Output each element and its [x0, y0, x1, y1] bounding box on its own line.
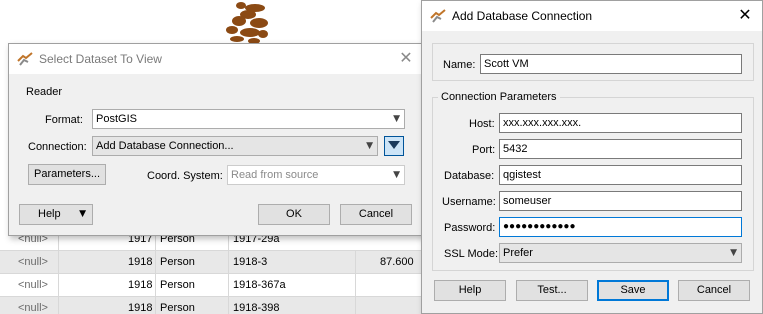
test-button[interactable]: Test... — [516, 280, 588, 301]
coord-system-dropdown[interactable]: Read from source ▼ — [227, 165, 405, 185]
chevron-down-icon: ▼ — [366, 141, 373, 151]
ssl-mode-dropdown[interactable]: Prefer ▼ — [499, 243, 742, 263]
port-field[interactable]: 5432 — [499, 139, 742, 159]
cancel-button[interactable]: Cancel — [340, 204, 412, 225]
column-divider — [355, 251, 356, 274]
table-cell: 1918 — [128, 302, 153, 314]
triangle-down-icon — [388, 141, 400, 149]
port-label: Port: — [472, 144, 496, 156]
connection-value: Add Database Connection... — [96, 140, 234, 152]
column-divider — [58, 251, 59, 274]
chevron-down-icon: ▼ — [393, 114, 400, 124]
connection-menu-button[interactable] — [384, 136, 404, 156]
format-dropdown[interactable]: PostGIS ▼ — [92, 109, 405, 129]
triangle-down-icon: ▼ — [79, 209, 86, 219]
table-cell: 1918-367a — [233, 279, 286, 291]
table-cell: 1918 — [128, 256, 153, 268]
format-value: PostGIS — [96, 113, 137, 125]
username-label: Username: — [442, 196, 496, 208]
table-cell: Person — [160, 279, 195, 291]
help-button-label: Help — [38, 208, 61, 220]
add-database-connection-dialog[interactable]: Add Database Connection ✕ Name: Scott VM… — [421, 0, 763, 314]
column-divider — [58, 274, 59, 297]
ssl-mode-label: SSL Mode: — [444, 248, 499, 260]
dialog-title: Select Dataset To View — [39, 52, 162, 66]
map-feature — [240, 28, 260, 37]
column-divider — [355, 297, 356, 314]
fme-transformer-icon — [430, 9, 446, 23]
table-cell: <null> — [18, 302, 48, 314]
table-cell: 1918-3 — [233, 256, 268, 268]
name-label: Name: — [443, 59, 476, 71]
table-cell: Person — [160, 256, 195, 268]
column-divider — [155, 274, 156, 297]
table-cell: 1918 — [128, 279, 153, 291]
title-bar[interactable]: Select Dataset To View ✕ — [9, 44, 423, 74]
database-field[interactable]: qgistest — [499, 165, 742, 185]
parameters-button[interactable]: Parameters... — [28, 164, 106, 185]
map-feature — [226, 26, 238, 34]
close-icon[interactable]: ✕ — [736, 6, 754, 24]
dialog-title: Add Database Connection — [452, 9, 593, 23]
column-divider — [355, 274, 356, 297]
map-feature — [232, 16, 246, 26]
username-field[interactable]: someuser — [499, 191, 742, 211]
ok-button[interactable]: OK — [258, 204, 330, 225]
column-divider — [228, 274, 229, 297]
table-cell: <null> — [18, 279, 48, 291]
connection-dropdown[interactable]: Add Database Connection... ▼ — [92, 136, 378, 156]
name-field[interactable]: Scott VM — [480, 54, 742, 74]
column-divider — [155, 297, 156, 314]
table-cell: 1918-398 — [233, 302, 280, 314]
password-label: Password: — [444, 222, 496, 234]
chevron-down-icon: ▼ — [730, 248, 737, 258]
column-divider — [228, 297, 229, 314]
connection-label: Connection: — [28, 141, 87, 153]
database-label: Database: — [444, 170, 495, 182]
host-field[interactable]: xxx.xxx.xxx.xxx. — [499, 113, 742, 133]
coord-system-value: Read from source — [231, 169, 319, 181]
table-cell: 87.600 — [380, 256, 414, 268]
map-feature — [250, 18, 268, 28]
fme-transformer-icon — [17, 52, 33, 66]
column-divider — [228, 251, 229, 274]
save-button[interactable]: Save — [597, 280, 669, 301]
column-divider — [58, 297, 59, 314]
title-bar[interactable]: Add Database Connection ✕ — [422, 1, 762, 31]
column-divider — [155, 251, 156, 274]
help-button[interactable]: Help — [434, 280, 506, 301]
ssl-mode-value: Prefer — [503, 247, 533, 259]
coord-system-label: Coord. System: — [147, 170, 223, 182]
host-label: Host: — [469, 118, 495, 130]
reader-group-label: Reader — [23, 86, 66, 98]
map-feature — [230, 36, 244, 42]
select-dataset-dialog[interactable]: Select Dataset To View ✕ Reader Format: … — [8, 43, 424, 236]
format-label: Format: — [45, 114, 83, 126]
password-field[interactable]: ●●●●●●●●●●●● — [499, 217, 742, 237]
cancel-button[interactable]: Cancel — [678, 280, 750, 301]
map-feature — [258, 30, 268, 38]
map-feature — [245, 4, 265, 12]
connection-parameters-label: Connection Parameters — [438, 91, 560, 103]
chevron-down-icon: ▼ — [393, 170, 400, 180]
table-cell: Person — [160, 302, 195, 314]
close-icon[interactable]: ✕ — [397, 49, 415, 67]
help-button[interactable]: Help ▼ — [19, 204, 93, 225]
table-cell: <null> — [18, 256, 48, 268]
